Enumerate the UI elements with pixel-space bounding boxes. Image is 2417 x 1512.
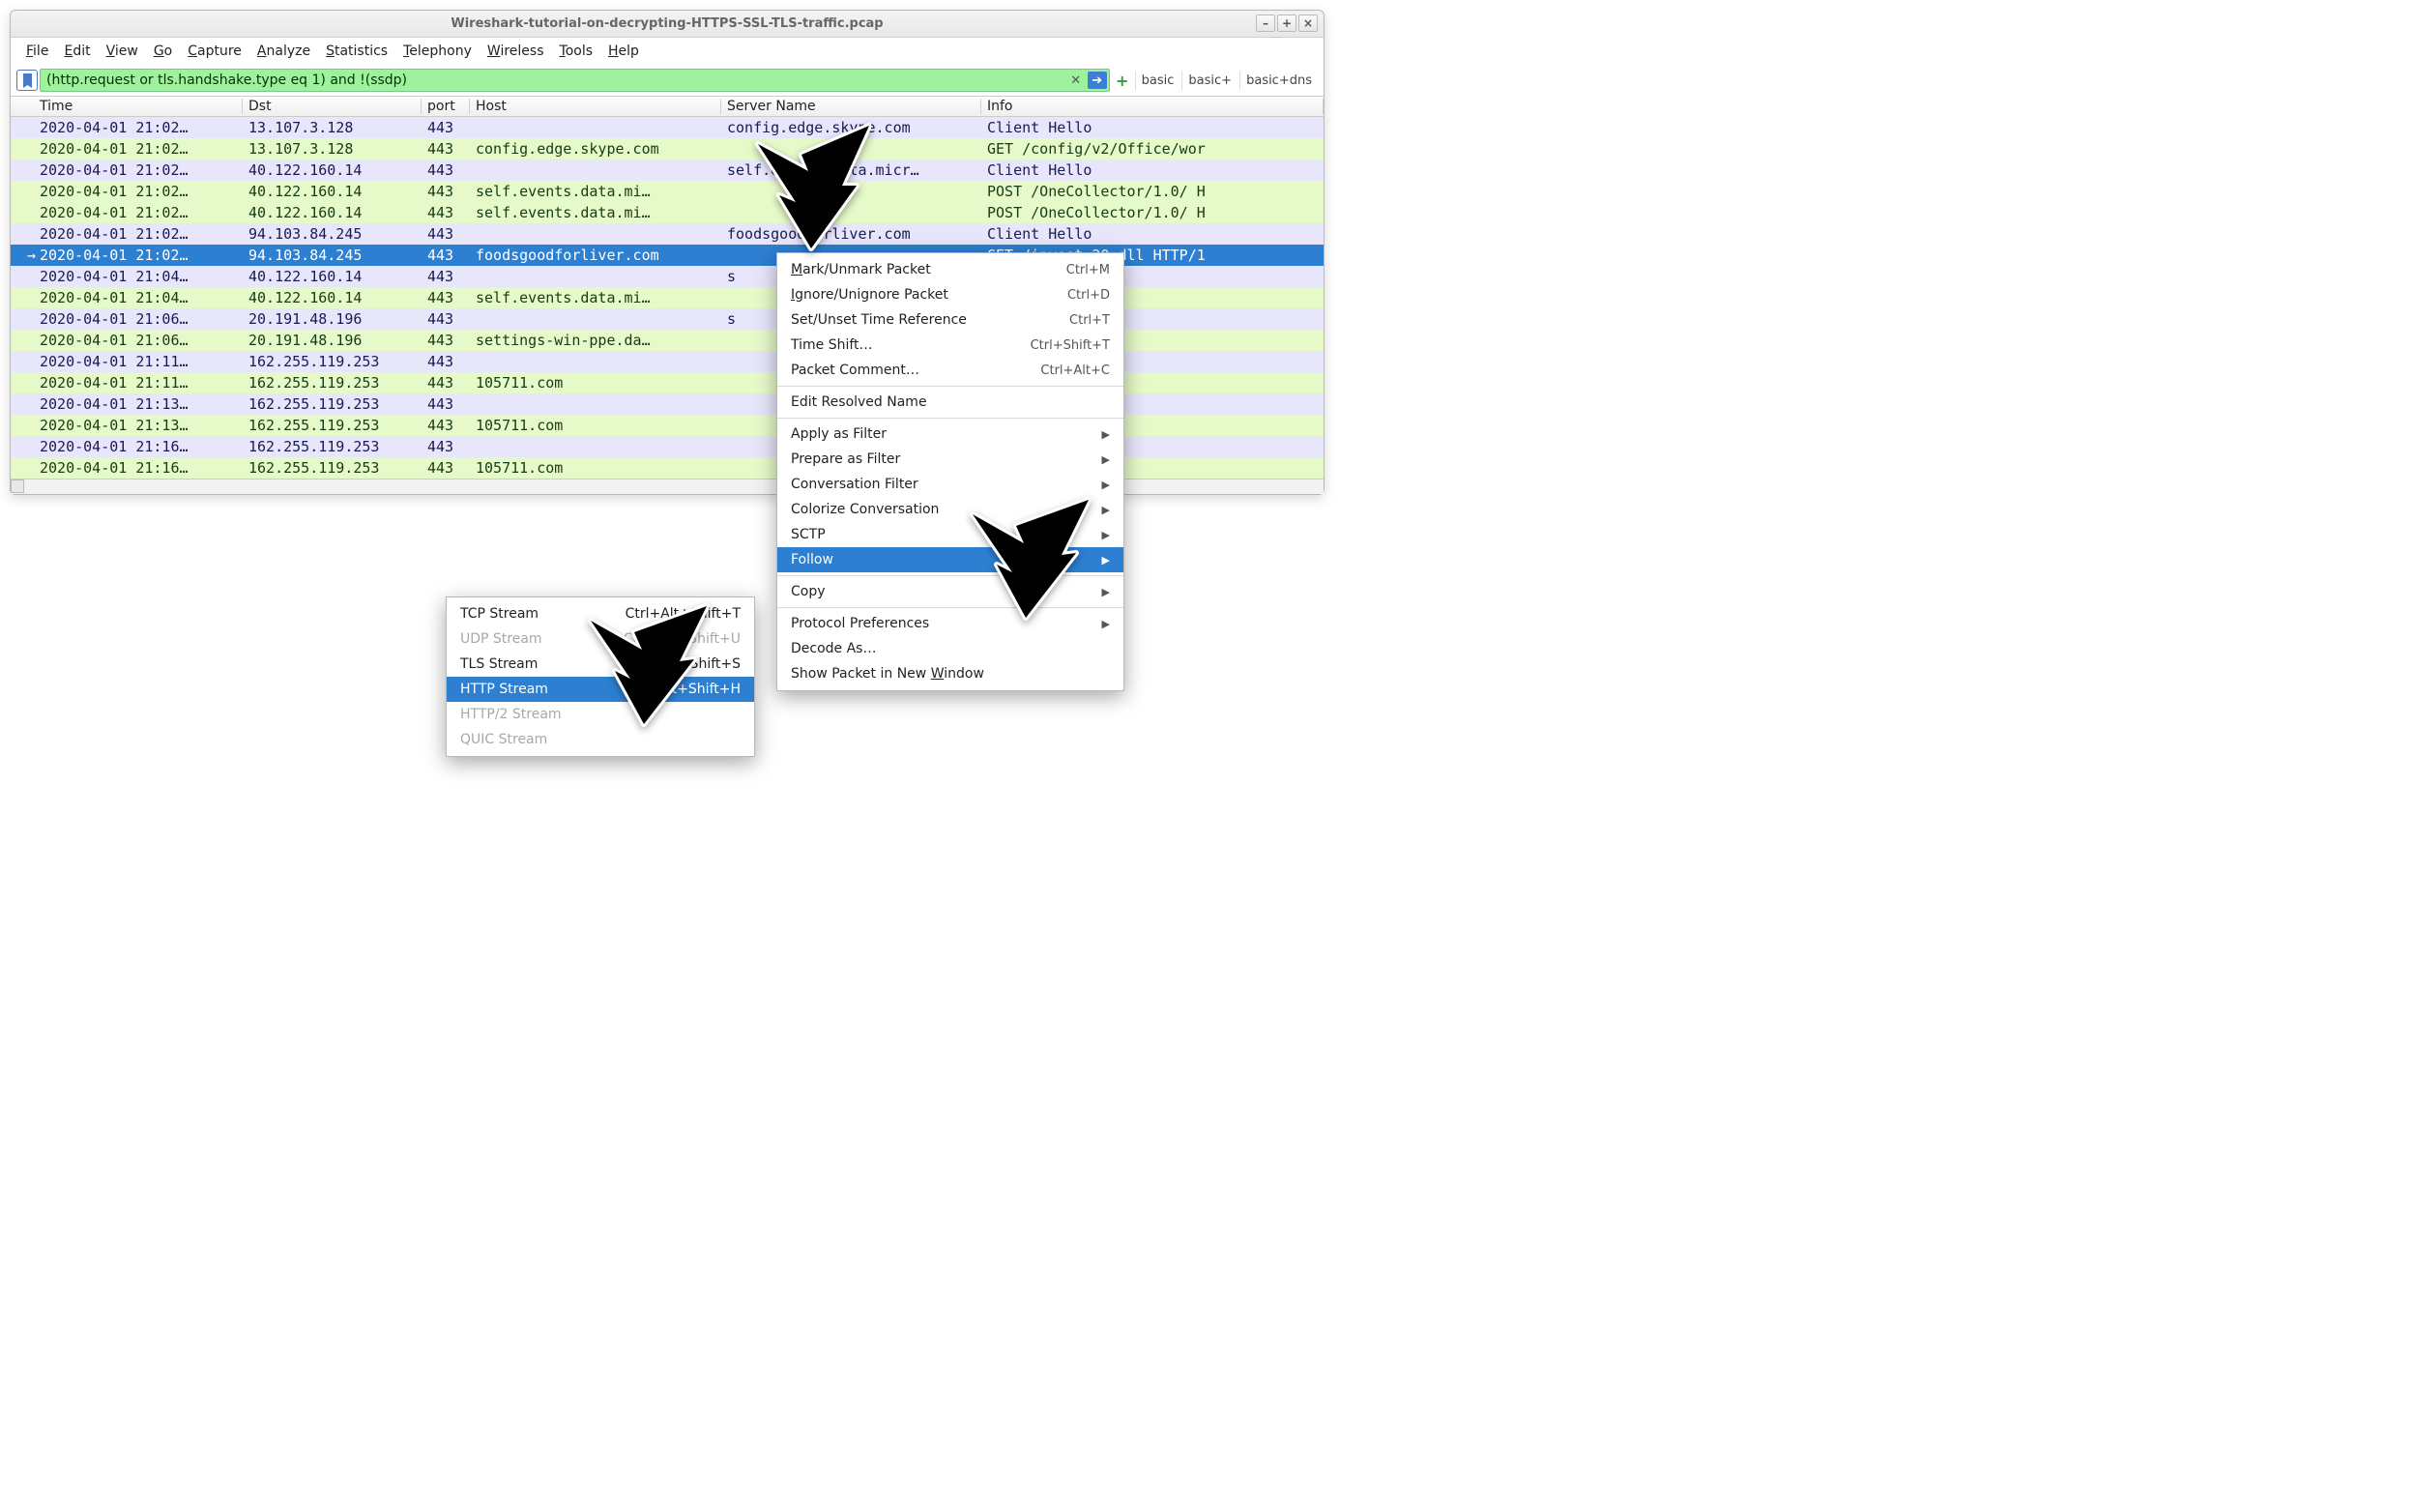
menu-wireless[interactable]: Wireless (481, 42, 550, 61)
scroll-left-icon[interactable] (11, 480, 24, 493)
table-row[interactable]: 2020-04-01 21:16…162.255.119.253443o (11, 436, 1324, 457)
menu-tools[interactable]: Tools (554, 42, 599, 61)
ctx-item-time-shift[interactable]: Time Shift…Ctrl+Shift+T (777, 333, 1123, 358)
ctx-item-conversation-filter[interactable]: Conversation Filter▶ (777, 472, 1123, 497)
ctx-item-copy[interactable]: Copy▶ (777, 579, 1123, 604)
table-row[interactable]: 2020-04-01 21:02…13.107.3.128443config.e… (11, 138, 1324, 160)
table-row[interactable]: →2020-04-01 21:02…94.103.84.245443foodsg… (11, 245, 1324, 266)
table-row[interactable]: 2020-04-01 21:02…94.103.84.245443foodsgo… (11, 223, 1324, 245)
col-header-time[interactable]: Time (11, 99, 243, 114)
menu-go[interactable]: Go (148, 42, 178, 61)
follow-submenu: TCP StreamCtrl+Alt+Shift+TUDP StreamCtrl… (446, 596, 755, 757)
wireshark-window: Wireshark-tutorial-on-decrypting-HTTPS-S… (10, 10, 1325, 495)
col-header-info[interactable]: Info (981, 99, 1324, 114)
table-row[interactable]: 2020-04-01 21:16…162.255.119.25344310571… (11, 457, 1324, 479)
ctx-item-sctp[interactable]: SCTP▶ (777, 522, 1123, 547)
packet-rows: 2020-04-01 21:02…13.107.3.128443config.e… (11, 117, 1324, 479)
column-headers: Time Dst port Host Server Name Info (11, 96, 1324, 117)
display-filter-input[interactable] (46, 73, 1066, 88)
table-row[interactable]: 2020-04-01 21:04…40.122.160.14443self.ev… (11, 287, 1324, 308)
table-row[interactable]: 2020-04-01 21:04…40.122.160.14443so (11, 266, 1324, 287)
menu-edit[interactable]: Edit (58, 42, 96, 61)
table-row[interactable]: 2020-04-01 21:11…162.255.119.25344310571… (11, 372, 1324, 393)
bookmark-icon[interactable] (16, 70, 38, 91)
table-row[interactable]: 2020-04-01 21:13…162.255.119.25344310571… (11, 415, 1324, 436)
ctx-item-ignore-unignore-packet[interactable]: Ignore/Unignore PacketCtrl+D (777, 282, 1123, 307)
maximize-button[interactable]: + (1277, 15, 1296, 32)
col-header-host[interactable]: Host (470, 99, 721, 114)
ctx-item-prepare-as-filter[interactable]: Prepare as Filter▶ (777, 447, 1123, 472)
packet-list-pane: Time Dst port Host Server Name Info 2020… (11, 96, 1324, 494)
table-row[interactable]: 2020-04-01 21:02…13.107.3.128443config.e… (11, 117, 1324, 138)
titlebar: Wireshark-tutorial-on-decrypting-HTTPS-S… (11, 11, 1324, 38)
close-button[interactable]: × (1298, 15, 1318, 32)
menu-analyze[interactable]: Analyze (251, 42, 316, 61)
ctx-item-show-packet-in-new-window[interactable]: Show Packet in New Window (777, 661, 1123, 686)
table-row[interactable]: 2020-04-01 21:11…162.255.119.253443o (11, 351, 1324, 372)
ctx-item-follow[interactable]: Follow▶ (777, 547, 1123, 572)
ctx-item-protocol-preferences[interactable]: Protocol Preferences▶ (777, 611, 1123, 636)
menu-capture[interactable]: Capture (182, 42, 248, 61)
table-row[interactable]: 2020-04-01 21:02…40.122.160.14443self.ev… (11, 181, 1324, 202)
table-row[interactable]: 2020-04-01 21:06…20.191.48.196443so (11, 308, 1324, 330)
add-filter-button[interactable]: + (1114, 72, 1131, 89)
ctx-item-colorize-conversation[interactable]: Colorize Conversation▶ (777, 497, 1123, 522)
filter-fav-basic[interactable]: basic (1135, 72, 1180, 90)
follow-item-tcp-stream[interactable]: TCP StreamCtrl+Alt+Shift+T (447, 601, 754, 626)
menu-help[interactable]: Help (602, 42, 645, 61)
menu-statistics[interactable]: Statistics (320, 42, 393, 61)
ctx-item-apply-as-filter[interactable]: Apply as Filter▶ (777, 422, 1123, 447)
filter-input-wrap: ✕ ➔ (40, 69, 1110, 92)
follow-item-quic-stream: QUIC Stream (447, 727, 754, 752)
follow-item-tls-stream[interactable]: TLS StreamCtrl+Alt+Shift+S (447, 652, 754, 677)
filter-fav-basic-plus[interactable]: basic+ (1181, 72, 1238, 90)
ctx-item-packet-comment[interactable]: Packet Comment…Ctrl+Alt+C (777, 358, 1123, 383)
follow-item-http-stream[interactable]: HTTP StreamCtrl+Alt+Shift+H (447, 677, 754, 702)
menu-telephony[interactable]: Telephony (397, 42, 478, 61)
col-header-dst[interactable]: Dst (243, 99, 422, 114)
ctx-item-mark-unmark-packet[interactable]: Mark/Unmark PacketCtrl+M (777, 257, 1123, 282)
window-title: Wireshark-tutorial-on-decrypting-HTTPS-S… (451, 16, 883, 31)
follow-item-http-2-stream: HTTP/2 Stream (447, 702, 754, 727)
ctx-item-edit-resolved-name[interactable]: Edit Resolved Name (777, 390, 1123, 415)
menubar: FileEdit ViewGoCaptureAnalyzeStatisticsTe… (11, 38, 1324, 67)
packet-context-menu: Mark/Unmark PacketCtrl+MIgnore/Unignore … (776, 252, 1124, 691)
horizontal-scrollbar[interactable] (11, 479, 1324, 494)
ctx-item-set-unset-time-reference[interactable]: Set/Unset Time ReferenceCtrl+T (777, 307, 1123, 333)
col-header-port[interactable]: port (422, 99, 470, 114)
minimize-button[interactable]: – (1256, 15, 1275, 32)
table-row[interactable]: 2020-04-01 21:13…162.255.119.253443o (11, 393, 1324, 415)
filter-toolbar: ✕ ➔ + basic basic+ basic+dns (11, 67, 1324, 96)
table-row[interactable]: 2020-04-01 21:02…40.122.160.14443self.ev… (11, 160, 1324, 181)
filter-fav-basic-dns[interactable]: basic+dns (1239, 72, 1318, 90)
menu-view[interactable]: View (101, 42, 144, 61)
menu-file[interactable]: File (20, 42, 54, 61)
col-header-server-name[interactable]: Server Name (721, 99, 981, 114)
ctx-item-decode-as[interactable]: Decode As… (777, 636, 1123, 661)
apply-filter-button[interactable]: ➔ (1088, 72, 1107, 89)
clear-filter-button[interactable]: ✕ (1066, 72, 1086, 89)
table-row[interactable]: 2020-04-01 21:02…40.122.160.14443self.ev… (11, 202, 1324, 223)
follow-item-udp-stream: UDP StreamCtrl+Alt+Shift+U (447, 626, 754, 652)
table-row[interactable]: 2020-04-01 21:06…20.191.48.196443setting… (11, 330, 1324, 351)
title-controls: – + × (1256, 15, 1318, 32)
